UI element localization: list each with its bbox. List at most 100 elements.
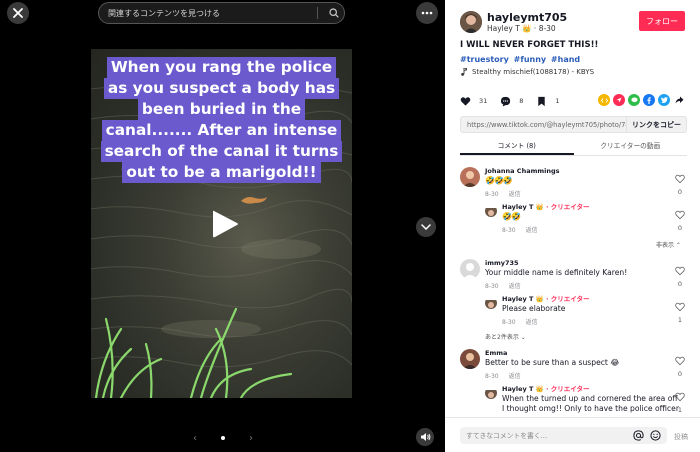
comment-like[interactable]: 0: [673, 261, 687, 288]
share-arrow-icon[interactable]: [673, 94, 685, 106]
reply-button[interactable]: 返信: [509, 191, 521, 198]
commenter-name[interactable]: Emma: [485, 349, 675, 358]
caption-line: canal....... After an intense: [101, 120, 342, 141]
crown-icon: 👑: [535, 385, 544, 393]
reply-button[interactable]: 返信: [509, 373, 521, 380]
hashtag-link[interactable]: #funny: [514, 55, 546, 64]
comment-like-count: 0: [677, 280, 683, 288]
send-share-icon[interactable]: [613, 94, 625, 106]
share-link-box: https://www.tiktok.com/@hayleymt705/phot…: [460, 116, 687, 133]
hashtag-link[interactable]: #truestory: [460, 55, 509, 64]
comment-action[interactable]: 8: [500, 96, 523, 107]
commenter-avatar[interactable]: [460, 167, 480, 187]
twitter-share-icon[interactable]: [658, 94, 670, 106]
author-avatar[interactable]: [460, 11, 482, 33]
crown-icon: 👑: [535, 295, 544, 303]
heart-outline-icon: [675, 174, 685, 184]
post-comment-button[interactable]: 投稿: [674, 432, 688, 442]
like-action[interactable]: 31: [460, 96, 487, 107]
reply-date: 8-30: [502, 319, 516, 326]
copy-link-button[interactable]: リンクをコピー: [626, 117, 686, 132]
comment-input[interactable]: [466, 431, 633, 440]
pager-prev-button[interactable]: ‹: [193, 433, 197, 444]
heart-outline-icon: [675, 356, 685, 366]
commenter-avatar[interactable]: [460, 259, 480, 279]
video-player[interactable]: When you rang the police as you suspect …: [91, 49, 352, 398]
grass-blades: [94, 307, 293, 398]
commenter-name[interactable]: Johanna Chammings: [485, 167, 675, 176]
author-subline: Hayley T 👑 · 8-30: [487, 24, 567, 34]
reply-text: Please elaborate: [502, 304, 566, 313]
next-video-button[interactable]: [416, 217, 436, 237]
video-area: When you rang the police as you suspect …: [0, 0, 445, 452]
chevron-down-icon: [421, 224, 431, 230]
close-button[interactable]: [7, 2, 29, 24]
reply-author-name[interactable]: Hayley T: [502, 203, 533, 211]
music-title[interactable]: Stealthy mischief(1088178) - KBYS: [472, 68, 594, 76]
comment-date: 8-30: [485, 191, 499, 198]
reply-author-name[interactable]: Hayley T: [502, 385, 533, 393]
comment-like[interactable]: 0: [673, 205, 687, 232]
emoji-icon[interactable]: [650, 430, 661, 441]
reply-button[interactable]: 返信: [509, 283, 521, 290]
commenter-avatar[interactable]: [460, 349, 480, 369]
reply-author-name[interactable]: Hayley T: [502, 295, 533, 303]
comment-like[interactable]: 1: [673, 297, 687, 324]
follow-button[interactable]: フォロー: [639, 11, 685, 31]
at-mention-icon[interactable]: [633, 430, 644, 441]
creator-avatar[interactable]: [485, 297, 497, 309]
more-options-button[interactable]: [416, 2, 438, 24]
image-pager: ‹ ›: [193, 433, 253, 444]
post-date: 8-30: [538, 23, 556, 33]
close-icon: [13, 8, 23, 18]
save-action[interactable]: 1: [536, 96, 560, 107]
heart-outline-icon: [675, 210, 685, 220]
comment-date: 8-30: [485, 373, 499, 380]
music-note-icon: [461, 68, 467, 76]
creator-avatar[interactable]: [485, 205, 497, 217]
tab-comments[interactable]: コメント (8): [460, 139, 574, 155]
hashtag-list: #truestory #funny #hand: [460, 55, 582, 64]
reply-text: When the turned up and cornered the area…: [502, 394, 678, 403]
details-panel: hayleymt705 Hayley T 👑 · 8-30 フォロー I WIL…: [445, 0, 700, 452]
comment-like[interactable]: 0: [673, 169, 687, 196]
bookmark-icon: [538, 96, 546, 106]
comment-input-box: [460, 427, 667, 444]
marigold-object: [241, 197, 267, 204]
comment-like[interactable]: 1: [673, 387, 687, 414]
caption-line: search of the canal it turns: [100, 141, 343, 162]
share-icons: [595, 94, 685, 106]
hide-replies-button[interactable]: 非表示 ⌃: [656, 240, 681, 249]
caption-line: as you suspect a body has: [103, 78, 340, 99]
comment-like[interactable]: 0: [673, 351, 687, 378]
reply-text: 🤣🤣: [502, 212, 521, 221]
pager-dot: [221, 436, 225, 440]
comment-date: 8-30: [485, 283, 499, 290]
comment-composer: 投稿: [445, 417, 700, 452]
comment-like-count: 1: [677, 406, 683, 414]
author-username[interactable]: hayleymt705: [487, 11, 567, 24]
volume-button[interactable]: [416, 428, 434, 446]
comment-count: 8: [519, 97, 524, 105]
share-link-url[interactable]: https://www.tiktok.com/@hayleymt705/phot…: [461, 121, 626, 129]
music-info[interactable]: Stealthy mischief(1088178) - KBYS: [460, 68, 594, 76]
tab-creator-videos[interactable]: クリエイターの動画: [574, 139, 688, 155]
reply-button[interactable]: 返信: [526, 227, 538, 234]
creator-avatar[interactable]: [485, 387, 497, 399]
heart-outline-icon: [675, 392, 685, 402]
play-icon[interactable]: [211, 209, 239, 239]
show-more-replies-button[interactable]: あと2件表示 ⌄: [485, 332, 526, 341]
embed-share-icon[interactable]: [598, 94, 610, 106]
reply-button[interactable]: 返信: [526, 319, 538, 326]
hashtag-link[interactable]: #hand: [551, 55, 580, 64]
line-share-icon[interactable]: [628, 94, 640, 106]
commenter-name[interactable]: immy735: [485, 259, 675, 268]
facebook-share-icon[interactable]: [643, 94, 655, 106]
search-button[interactable]: [324, 8, 344, 18]
reply-date: 8-30: [502, 227, 516, 234]
comment-text: Your middle name is definitely Karen!: [485, 268, 628, 277]
search-bar: [98, 2, 345, 24]
heart-icon: [460, 96, 471, 106]
search-input[interactable]: [108, 8, 311, 18]
pager-next-button[interactable]: ›: [249, 433, 253, 444]
